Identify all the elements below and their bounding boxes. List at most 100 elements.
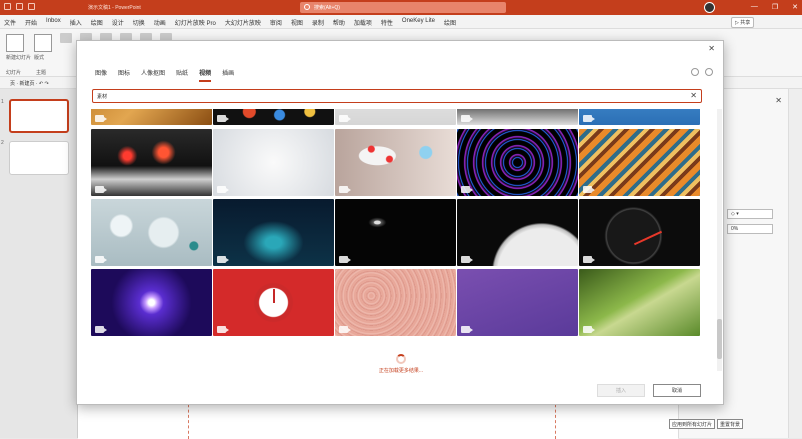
ribbon-tab[interactable]: 开始 bbox=[25, 18, 37, 27]
avatar[interactable] bbox=[704, 2, 715, 13]
ribbon-tab[interactable]: 动画 bbox=[154, 18, 166, 27]
loading-indicator: 正在加载更多结果... bbox=[77, 354, 725, 374]
share-button[interactable]: ▷ 共享 bbox=[731, 17, 755, 28]
video-tile[interactable] bbox=[213, 269, 334, 336]
dialog-tab[interactable]: 贴纸 bbox=[176, 68, 188, 82]
ribbon-tab[interactable]: 插入 bbox=[70, 18, 82, 27]
save-icon[interactable] bbox=[16, 3, 23, 10]
dialog-tab[interactable]: 图标 bbox=[118, 68, 130, 82]
media-search-input[interactable] bbox=[97, 92, 687, 101]
maximize-button[interactable]: ❐ bbox=[772, 3, 778, 11]
clipboard-group-label: 幻灯片 bbox=[6, 70, 22, 76]
dialog-close-button[interactable]: ✕ bbox=[708, 44, 715, 53]
video-tile[interactable] bbox=[579, 199, 700, 266]
video-tile[interactable] bbox=[335, 199, 456, 266]
frown-icon[interactable] bbox=[705, 68, 713, 76]
ribbon-tab[interactable]: 视图 bbox=[291, 18, 303, 27]
video-tile[interactable] bbox=[335, 129, 456, 196]
slide-thumbnail-1[interactable] bbox=[9, 99, 69, 133]
ribbon-tab[interactable]: 特性 bbox=[381, 18, 393, 27]
ribbon-tab[interactable]: Inbox bbox=[46, 18, 61, 27]
dialog-tabs: 图像 图标 人像抠图 贴纸 视频 插画 bbox=[95, 68, 234, 82]
video-tile[interactable] bbox=[579, 129, 700, 196]
dialog-tab[interactable]: 人像抠图 bbox=[141, 68, 165, 82]
pattern-dropdown[interactable]: ◇ ▾ bbox=[727, 209, 773, 219]
reuse-group-label: 主题 bbox=[36, 70, 47, 76]
pane-close-button[interactable]: ✕ bbox=[775, 96, 782, 105]
video-tile[interactable] bbox=[91, 199, 212, 266]
window-controls: — ❐ ✕ bbox=[751, 3, 798, 11]
video-tile[interactable] bbox=[335, 109, 456, 125]
video-tile[interactable] bbox=[91, 109, 212, 125]
ribbon-tab[interactable]: 审阅 bbox=[270, 18, 282, 27]
transparency-field[interactable]: 0% bbox=[727, 224, 773, 234]
video-camera-icon bbox=[461, 115, 473, 122]
video-camera-icon bbox=[461, 326, 473, 333]
video-camera-icon bbox=[95, 326, 107, 333]
video-camera-icon bbox=[583, 115, 595, 122]
ribbon-tab[interactable]: 绘图 bbox=[91, 18, 103, 27]
ribbon-tool-icon[interactable] bbox=[60, 33, 72, 43]
video-tile[interactable] bbox=[457, 109, 578, 125]
media-search-box[interactable]: ✕ bbox=[92, 89, 702, 103]
ribbon-tab[interactable]: 幻灯片放映 Pro bbox=[175, 18, 216, 27]
dialog-tab[interactable]: 视频 bbox=[199, 68, 212, 82]
video-tile[interactable] bbox=[579, 269, 700, 336]
layout-group[interactable]: 版式 bbox=[34, 34, 52, 61]
autosave-icon[interactable] bbox=[4, 3, 11, 10]
video-tile[interactable] bbox=[91, 129, 212, 196]
video-tile[interactable] bbox=[213, 199, 334, 266]
search-placeholder: 搜索(Alt+Q) bbox=[314, 5, 340, 11]
ribbon-tab[interactable]: 设计 bbox=[112, 18, 124, 27]
slide-thumbnail-2[interactable] bbox=[9, 141, 69, 175]
new-slide-label: 新建幻灯片 bbox=[6, 55, 32, 61]
video-camera-icon bbox=[339, 256, 351, 263]
ribbon-tab[interactable]: 大幻灯片放映 bbox=[225, 18, 261, 27]
video-camera-icon bbox=[217, 115, 229, 122]
search-icon bbox=[304, 4, 310, 10]
ribbon-tab[interactable]: 加载项 bbox=[354, 18, 372, 27]
media-scrollbar[interactable] bbox=[717, 109, 722, 371]
smile-icon[interactable] bbox=[691, 68, 699, 76]
insert-button[interactable]: 插入 bbox=[597, 384, 645, 397]
video-tile[interactable] bbox=[335, 269, 456, 336]
close-window-button[interactable]: ✕ bbox=[792, 3, 798, 11]
layout-icon bbox=[34, 34, 52, 52]
reset-background-button[interactable]: 重置背景 bbox=[717, 419, 744, 429]
ribbon-tab[interactable]: 录制 bbox=[312, 18, 324, 27]
dialog-tab[interactable]: 插画 bbox=[222, 68, 234, 82]
sub-toolbar-label: 页 · 新建页 · ↶ ↷ bbox=[10, 81, 49, 87]
video-tile[interactable] bbox=[213, 109, 334, 125]
loading-spinner-icon bbox=[396, 354, 406, 364]
video-camera-icon bbox=[583, 326, 595, 333]
undo-icon[interactable] bbox=[28, 3, 35, 10]
ribbon-tab[interactable]: 帮助 bbox=[333, 18, 345, 27]
video-camera-icon bbox=[217, 326, 229, 333]
video-camera-icon bbox=[339, 115, 351, 122]
layout-label: 版式 bbox=[34, 55, 45, 61]
video-tile[interactable] bbox=[579, 109, 700, 125]
quick-access-toolbar bbox=[4, 3, 35, 10]
ribbon-tab[interactable]: 切换 bbox=[133, 18, 145, 27]
ribbon-tab[interactable]: OneKey Lite bbox=[402, 18, 435, 27]
video-camera-icon bbox=[461, 256, 473, 263]
video-camera-icon bbox=[339, 326, 351, 333]
search-box[interactable]: 搜索(Alt+Q) bbox=[300, 2, 506, 13]
cancel-button[interactable]: 取消 bbox=[653, 384, 701, 397]
ribbon-tabs-bar: 文件 开始 Inbox 插入 绘图 设计 切换 动画 幻灯片放映 Pro 大幻灯片放映 审阅 视图 录制… bbox=[0, 15, 802, 29]
gauge-needle bbox=[633, 230, 663, 246]
video-tile[interactable] bbox=[457, 269, 578, 336]
video-tile[interactable] bbox=[457, 199, 578, 266]
ribbon-tab[interactable]: 绘图 bbox=[444, 18, 456, 27]
scrollbar-thumb[interactable] bbox=[717, 319, 722, 359]
apply-all-button[interactable]: 应用到所有幻灯片 bbox=[669, 419, 716, 429]
video-tile[interactable] bbox=[91, 269, 212, 336]
side-strip bbox=[788, 89, 802, 438]
ribbon-tab[interactable]: 文件 bbox=[4, 18, 16, 27]
dialog-tab[interactable]: 图像 bbox=[95, 68, 107, 82]
video-tile[interactable] bbox=[213, 129, 334, 196]
clear-search-icon[interactable]: ✕ bbox=[690, 91, 697, 100]
minimize-button[interactable]: — bbox=[751, 3, 758, 11]
new-slide-group[interactable]: 新建幻灯片 bbox=[6, 34, 31, 61]
video-tile[interactable] bbox=[457, 129, 578, 196]
